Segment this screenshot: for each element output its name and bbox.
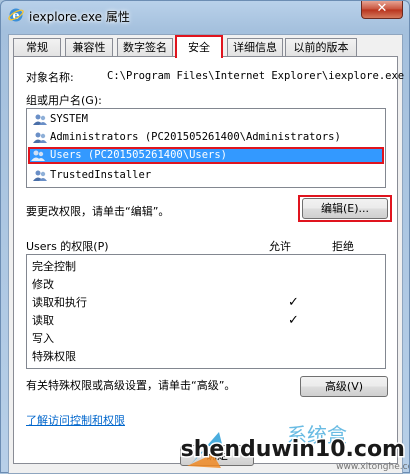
tab-label: 数字签名 bbox=[123, 41, 167, 54]
permission-row: 完全控制 bbox=[32, 258, 382, 275]
tab-label: 兼容性 bbox=[72, 41, 106, 54]
tab-general[interactable]: 常规 bbox=[13, 38, 61, 56]
permission-row: 读取 ✓ bbox=[32, 312, 382, 329]
permission-row: 写入 bbox=[32, 330, 382, 347]
advanced-button[interactable]: 高级(V) bbox=[300, 376, 388, 397]
permission-name: 读取和执行 bbox=[32, 296, 87, 309]
group-list-label: 组或用户名(G): bbox=[26, 94, 102, 107]
tab-compatibility[interactable]: 兼容性 bbox=[65, 38, 113, 56]
window-title: iexplore.exe 属性 bbox=[29, 10, 130, 24]
permission-name: 完全控制 bbox=[32, 260, 76, 273]
list-item-label: TrustedInstaller bbox=[50, 169, 152, 181]
deny-column-header: 拒绝 bbox=[332, 240, 354, 253]
allow-checkmark: ✓ bbox=[288, 295, 299, 310]
permission-row: 修改 bbox=[32, 276, 382, 293]
allow-column-header: 允许 bbox=[269, 240, 291, 253]
permission-row: 特殊权限 bbox=[32, 348, 382, 365]
tab-digital-signatures[interactable]: 数字签名 bbox=[117, 38, 173, 56]
security-tab-panel: 对象名称: C:\Program Files\Internet Explorer… bbox=[13, 56, 404, 466]
tab-details[interactable]: 详细信息 bbox=[227, 38, 283, 56]
close-button[interactable]: ✕ bbox=[361, 1, 403, 19]
permission-name: 写入 bbox=[32, 332, 54, 345]
permission-name: 读取 bbox=[32, 314, 54, 327]
site-watermark: 系统盒 shenduwin10.com www.xitonghe.com bbox=[179, 424, 409, 472]
title-bar[interactable]: e iexplore.exe 属性 ✕ bbox=[1, 1, 409, 31]
user-group-icon bbox=[33, 114, 47, 125]
tab-label: 常规 bbox=[26, 41, 48, 54]
watermark-subdomain: www.xitonghe.com bbox=[336, 462, 409, 472]
allow-checkmark: ✓ bbox=[288, 313, 299, 328]
tab-label: 详细信息 bbox=[233, 41, 277, 54]
list-item-label: Users (PC201505261400\Users) bbox=[50, 149, 228, 161]
edit-button[interactable]: 编辑(E)... bbox=[302, 198, 388, 219]
user-group-icon bbox=[33, 132, 47, 143]
list-item-label: Administrators (PC201505261400\Administr… bbox=[50, 131, 341, 143]
close-icon: ✕ bbox=[376, 1, 388, 16]
permission-row: 读取和执行 ✓ bbox=[32, 294, 382, 311]
list-item[interactable]: TrustedInstaller bbox=[30, 167, 382, 184]
object-name-label: 对象名称: bbox=[26, 71, 74, 84]
advanced-settings-hint: 有关特殊权限或高级设置，请单击“高级”。 bbox=[26, 379, 236, 392]
access-control-help-link[interactable]: 了解访问控制和权限 bbox=[26, 412, 125, 428]
list-item[interactable]: SYSTEM bbox=[30, 111, 382, 128]
tab-label: 以前的版本 bbox=[293, 41, 349, 54]
permissions-header: Users 的权限(P) bbox=[26, 240, 109, 253]
permission-name: 修改 bbox=[32, 278, 54, 291]
edit-button-highlight: 编辑(E)... bbox=[298, 195, 392, 222]
internet-explorer-icon: e bbox=[8, 8, 24, 22]
tab-previous-versions[interactable]: 以前的版本 bbox=[285, 38, 357, 56]
properties-window: e iexplore.exe 属性 ✕ 常规 兼容性 数字签名 安全 详细信息 … bbox=[0, 0, 410, 474]
watermark-domain: shenduwin10.com bbox=[181, 437, 405, 462]
tab-security[interactable]: 安全 bbox=[175, 35, 223, 58]
permissions-list: 完全控制 修改 读取和执行 ✓ 读取 ✓ 写入 特殊权限 bbox=[26, 254, 386, 369]
list-item-label: SYSTEM bbox=[50, 113, 88, 125]
object-name-value: C:\Program Files\Internet Explorer\iexpl… bbox=[107, 70, 405, 82]
list-item-selected[interactable]: Users (PC201505261400\Users) bbox=[28, 147, 384, 164]
list-item[interactable]: Administrators (PC201505261400\Administr… bbox=[30, 129, 382, 146]
user-group-icon bbox=[31, 150, 45, 161]
group-user-list[interactable]: SYSTEM Administrators (PC201505261400\Ad… bbox=[26, 108, 386, 188]
dialog-body: 常规 兼容性 数字签名 安全 详细信息 以前的版本 对象名称: C:\Progr… bbox=[8, 34, 404, 474]
permission-name: 特殊权限 bbox=[32, 350, 76, 363]
tab-label: 安全 bbox=[188, 41, 210, 54]
user-group-icon bbox=[33, 170, 47, 181]
change-permissions-hint: 要更改权限，请单击“编辑”。 bbox=[26, 205, 170, 218]
